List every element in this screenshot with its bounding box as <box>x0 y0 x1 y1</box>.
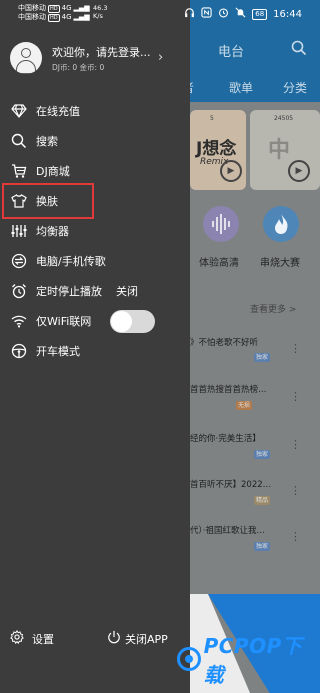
menu-item-search[interactable]: 搜索 <box>0 126 190 156</box>
nfc-icon <box>201 7 212 21</box>
status-badge: 独家 <box>254 450 271 459</box>
tab-playlist[interactable]: 歌单 <box>229 79 253 96</box>
headphones-icon <box>184 7 195 21</box>
card-title: J想念 <box>196 139 237 159</box>
wifi-only-toggle[interactable] <box>110 310 155 333</box>
side-drawer: 欢迎你，请先登录... DJ币: 0 金币: 0 › 在线充值 搜索 DJ商城 <box>0 0 190 693</box>
tab-category[interactable]: 分类 <box>283 79 307 96</box>
menu-item-label: 开车模式 <box>36 345 80 358</box>
highlight-box <box>2 183 94 219</box>
battery-icon: 68 <box>252 8 268 20</box>
status-badge: 无损 <box>236 401 253 410</box>
transfer-icon <box>11 253 27 269</box>
hd-experience-icon[interactable] <box>203 206 239 242</box>
settings-button[interactable]: 设置 <box>10 629 54 647</box>
menu-item-wifi-only[interactable]: 仅WiFi联网 <box>0 306 190 336</box>
clock: 16:44 <box>273 8 302 20</box>
circle-label: 体验高清 <box>199 258 239 269</box>
card-title: 中 <box>268 138 291 163</box>
list-item[interactable]: 代）·祖国红歌让我… <box>190 524 265 536</box>
play-count: 5 <box>210 115 214 122</box>
watermark-logo-icon <box>177 647 201 671</box>
menu-item-dj-store[interactable]: DJ商城 <box>0 156 190 186</box>
mute-icon <box>235 7 246 21</box>
play-icon[interactable]: ▶ <box>220 160 242 182</box>
status-badge: 独家 <box>254 353 271 362</box>
menu-item-equalizer[interactable]: 均衡器 <box>0 216 190 246</box>
shopping-cart-icon <box>11 163 27 179</box>
watermark: PCPOP下载 <box>177 630 320 688</box>
see-more-link[interactable]: 查看更多 > <box>250 302 296 315</box>
menu-item-label: DJ商城 <box>36 165 70 178</box>
carrier-info: 中国移动 HD 4G ▂▄▆ 中国移动 HD 4G ▂▄▆ <box>18 4 90 22</box>
menu-item-recharge[interactable]: 在线充值 <box>0 96 190 126</box>
circle-label: 串烧大赛 <box>260 258 300 269</box>
signal-icon: ▂▄▆ <box>73 4 90 12</box>
exit-label: 关闭APP <box>125 632 168 646</box>
power-icon <box>107 630 121 647</box>
list-item[interactable]: 首首热搜首首热榜… <box>190 383 267 395</box>
menu-item-label: 仅WiFi联网 <box>36 315 92 328</box>
menu-item-transfer[interactable]: 电脑/手机传歌 <box>0 246 190 276</box>
signal-icon: ▂▄▆ <box>73 13 90 21</box>
steering-wheel-icon <box>11 343 27 359</box>
play-count: 24505 <box>274 115 294 122</box>
carrier-label: 中国移动 <box>18 4 46 12</box>
more-icon[interactable]: ⋮ <box>290 391 301 402</box>
status-badge: 独家 <box>254 542 271 551</box>
medley-contest-icon[interactable] <box>263 206 299 242</box>
login-prompt[interactable]: 欢迎你，请先登录... <box>52 44 151 60</box>
toggle-knob <box>111 311 132 332</box>
exit-app-button[interactable]: 关闭APP <box>107 630 168 647</box>
equalizer-icon <box>11 223 27 239</box>
gear-icon <box>10 629 24 647</box>
drawer-footer: 设置 关闭APP <box>0 624 190 652</box>
watermark-text: PCPOP下载 <box>203 634 303 687</box>
list-item[interactable]: 经的你·完美生活】 <box>190 432 261 444</box>
menu-item-label: 搜索 <box>36 135 58 148</box>
diamond-icon <box>11 103 27 119</box>
settings-label: 设置 <box>32 632 54 646</box>
network-speed: 46.3 K/s <box>93 4 107 20</box>
chevron-right-icon[interactable]: › <box>158 50 163 65</box>
play-icon[interactable]: ▶ <box>288 160 310 182</box>
alarm-clock-icon <box>11 283 27 299</box>
header-title: 电台 <box>218 45 245 60</box>
hd-tag: HD <box>48 4 60 13</box>
drawer-menu: 在线充值 搜索 DJ商城 换肤 均衡器 电脑/手机传歌 定时停止播放 关闭 仅W… <box>0 96 190 366</box>
menu-item-sleep-timer[interactable]: 定时停止播放 关闭 <box>0 276 190 306</box>
search-icon <box>11 133 27 149</box>
sleep-timer-status: 关闭 <box>116 285 138 298</box>
alarm-icon <box>218 7 229 21</box>
playlist-card[interactable]: 24505 中 ▶ <box>250 110 320 190</box>
header-search-icon[interactable] <box>291 40 307 60</box>
speed-value: 46.3 <box>93 4 108 12</box>
menu-item-label: 在线充值 <box>36 105 80 118</box>
coin-balance: DJ币: 0 金币: 0 <box>52 63 105 72</box>
speed-unit: K/s <box>93 12 103 20</box>
playlist-card[interactable]: 5 J想念 Remix ▶ <box>190 110 246 190</box>
more-icon[interactable]: ⋮ <box>290 343 301 354</box>
menu-item-driving-mode[interactable]: 开车模式 <box>0 336 190 366</box>
network-type: 4G <box>61 13 72 21</box>
status-bar: 中国移动 HD 4G ▂▄▆ 中国移动 HD 4G ▂▄▆ 46.3 K/s 68 16:4… <box>0 0 320 26</box>
hd-tag: HD <box>48 13 60 22</box>
more-icon[interactable]: ⋮ <box>290 439 301 450</box>
more-icon[interactable]: ⋮ <box>290 531 301 542</box>
avatar[interactable] <box>10 42 42 74</box>
user-profile[interactable]: 欢迎你，请先登录... DJ币: 0 金币: 0 › <box>10 42 182 74</box>
carrier-label: 中国移动 <box>18 13 46 21</box>
network-type: 4G <box>61 4 72 12</box>
more-icon[interactable]: ⋮ <box>290 485 301 496</box>
list-item[interactable]: 》不怕老歌不好听 <box>190 336 258 348</box>
menu-item-label: 均衡器 <box>36 225 69 238</box>
status-badge: 精品 <box>254 496 271 505</box>
menu-item-label: 电脑/手机传歌 <box>36 255 106 268</box>
wifi-icon <box>11 313 27 329</box>
list-item[interactable]: 首百听不厌】2022… <box>190 478 271 490</box>
system-icons: 68 16:44 <box>184 7 302 21</box>
menu-item-label: 定时停止播放 <box>36 285 102 298</box>
